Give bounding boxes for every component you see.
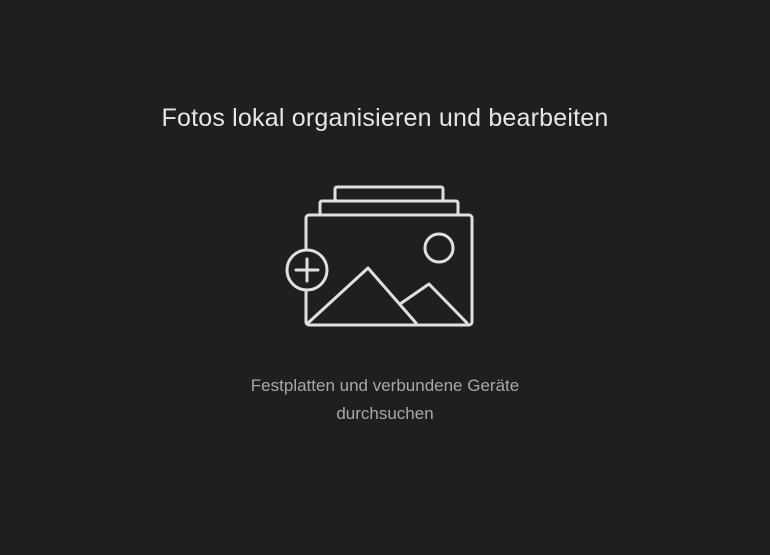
sun-icon bbox=[423, 232, 455, 264]
browse-drives-line-2: durchsuchen bbox=[336, 404, 434, 423]
empty-state-panel: Fotos lokal organisieren und bearbeiten … bbox=[0, 0, 770, 555]
add-photos-icon[interactable] bbox=[280, 182, 480, 332]
empty-state-title: Fotos lokal organisieren und bearbeiten bbox=[161, 104, 609, 132]
browse-drives-link[interactable]: Festplatten und verbundene Geräte durchs… bbox=[0, 372, 770, 428]
photo-stack-back-card bbox=[333, 185, 445, 203]
photo-frame bbox=[304, 213, 474, 327]
browse-drives-line-1: Festplatten und verbundene Geräte bbox=[250, 376, 520, 395]
photo-stack-middle-card bbox=[318, 199, 460, 217]
